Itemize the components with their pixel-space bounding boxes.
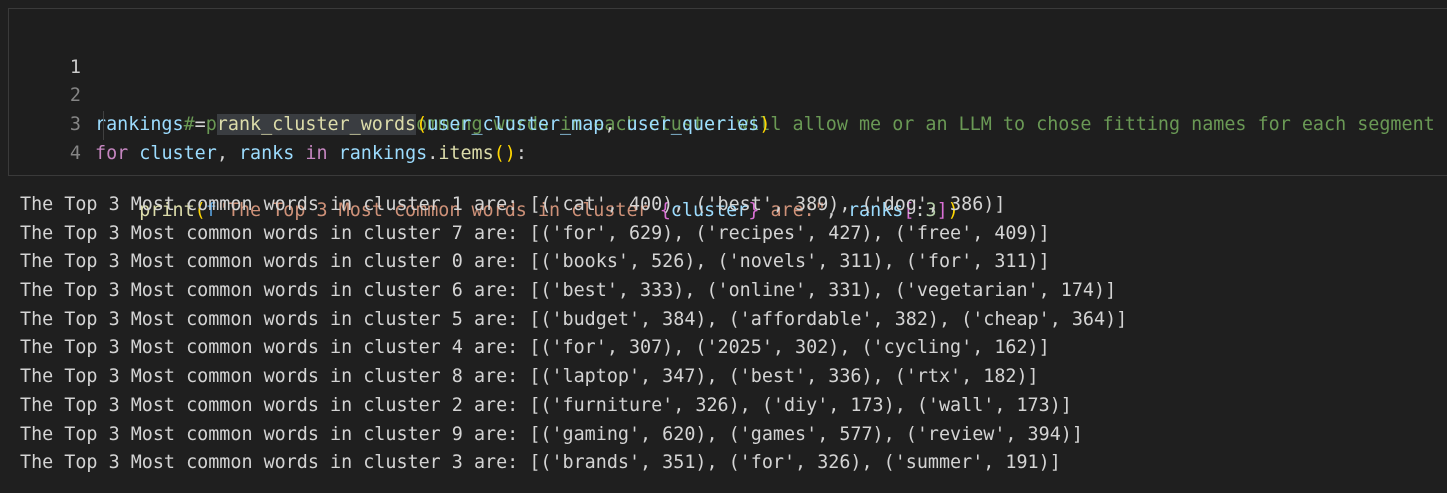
output-line: The Top 3 Most common words in cluster 3… (20, 452, 1061, 474)
code-token-method: items (438, 142, 494, 164)
output-line: The Top 3 Most common words in cluster 5… (20, 308, 1128, 330)
code-token-dot: . (427, 142, 439, 164)
code-token-variable: rankings (338, 142, 428, 164)
code-token-colon: : (515, 142, 527, 164)
code-token-variable: cluster (139, 142, 217, 164)
cell-output: The Top 3 Most common words in cluster 1… (20, 191, 1447, 478)
output-line: The Top 3 Most common words in cluster 0… (20, 251, 1050, 273)
code-token-variable: ranks (238, 142, 295, 164)
code-editor[interactable]: 1 # printing the most commong words in e… (9, 25, 1447, 221)
code-line-1[interactable]: 1 # printing the most commong words in e… (9, 25, 1447, 135)
code-token-paren: () (493, 142, 516, 164)
code-token-keyword: for (95, 142, 129, 164)
code-cell[interactable]: 1 # printing the most commong words in e… (8, 8, 1447, 221)
output-line: The Top 3 Most common words in cluster 2… (20, 394, 1072, 416)
indent-guide (103, 111, 104, 140)
code-token-comma: , (216, 142, 239, 164)
code-token-keyword: in (305, 142, 328, 164)
output-line: The Top 3 Most common words in cluster 8… (20, 366, 1039, 388)
output-line: The Top 3 Most common words in cluster 9… (20, 423, 1083, 445)
code-line-2[interactable]: 2 rankings = rank_cluster_words(user_clu… (9, 54, 1447, 136)
code-line-4[interactable]: 4 print(f"The Top 3 Most common words in… (9, 111, 1447, 221)
code-line-3[interactable]: 3 for cluster, ranks in rankings.items()… (9, 82, 1447, 164)
line-number: 4 (69, 142, 81, 164)
output-line: The Top 3 Most common words in cluster 7… (20, 222, 1050, 244)
output-line: The Top 3 Most common words in cluster 4… (20, 337, 1050, 359)
output-line: The Top 3 Most common words in cluster 6… (20, 280, 1117, 302)
output-line: The Top 3 Most common words in cluster 1… (20, 194, 1006, 215)
